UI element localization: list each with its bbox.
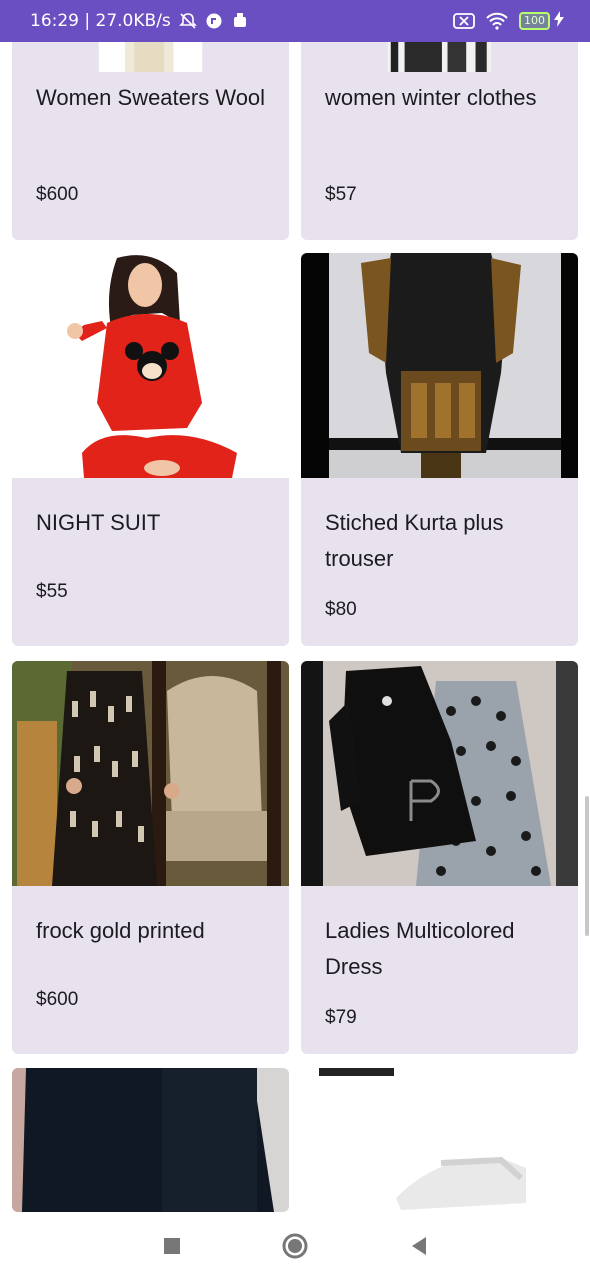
product-image (12, 1068, 289, 1212)
product-card[interactable]: women winter clothes $57 (301, 42, 578, 240)
product-name: frock gold printed (36, 918, 205, 943)
product-name: Ladies Multicolored Dress (325, 918, 515, 979)
product-price: $79 (325, 1007, 357, 1028)
triangle-back-icon (412, 1237, 427, 1255)
app-notification-icon (205, 12, 223, 30)
product-card[interactable]: Stiched Kurta plus trouser $80 (301, 253, 578, 646)
system-nav-bar (0, 1212, 590, 1280)
product-image (12, 661, 289, 886)
status-bar: 16:29 | 27.0KB/s 100 (0, 0, 590, 42)
product-price: $57 (325, 184, 357, 205)
home-button[interactable] (275, 1226, 315, 1266)
product-image (12, 253, 289, 478)
product-card[interactable] (12, 1068, 289, 1212)
product-price: $600 (36, 989, 79, 1010)
back-button[interactable] (398, 1226, 438, 1266)
sim-x-icon (453, 12, 475, 30)
bell-muted-icon (178, 12, 197, 30)
product-card[interactable]: Ladies Multicolored Dress $79 (301, 661, 578, 1054)
charging-bolt-icon (554, 10, 564, 32)
recents-button[interactable] (152, 1226, 192, 1266)
android-robot-icon (231, 12, 249, 30)
product-image (301, 661, 578, 886)
product-name: women winter clothes (325, 85, 537, 110)
scrollbar[interactable] (585, 796, 589, 936)
product-name: Stiched Kurta plus trouser (325, 510, 504, 571)
product-card[interactable]: NIGHT SUIT $55 (12, 253, 289, 646)
product-price: $80 (325, 599, 357, 620)
circle-icon (282, 1233, 308, 1259)
product-price: $600 (36, 184, 79, 205)
product-image (387, 42, 492, 72)
product-name: Women Sweaters Wool (36, 85, 266, 110)
square-icon (163, 1238, 180, 1254)
product-image (301, 253, 578, 478)
product-card[interactable]: Women Sweaters Wool $600 (12, 42, 289, 240)
battery-indicator: 100 (519, 10, 564, 32)
status-time-speed: 16:29 | 27.0KB/s (30, 11, 171, 31)
product-image (98, 42, 203, 72)
product-card[interactable]: frock gold printed $600 (12, 661, 289, 1054)
product-price: $55 (36, 581, 68, 602)
product-card[interactable] (301, 1068, 578, 1212)
product-name: NIGHT SUIT (36, 510, 161, 535)
product-grid[interactable]: Women Sweaters Wool $600 women winter cl… (0, 42, 590, 1212)
wifi-icon (485, 12, 509, 30)
battery-level: 100 (519, 12, 550, 30)
product-image (301, 1068, 578, 1212)
